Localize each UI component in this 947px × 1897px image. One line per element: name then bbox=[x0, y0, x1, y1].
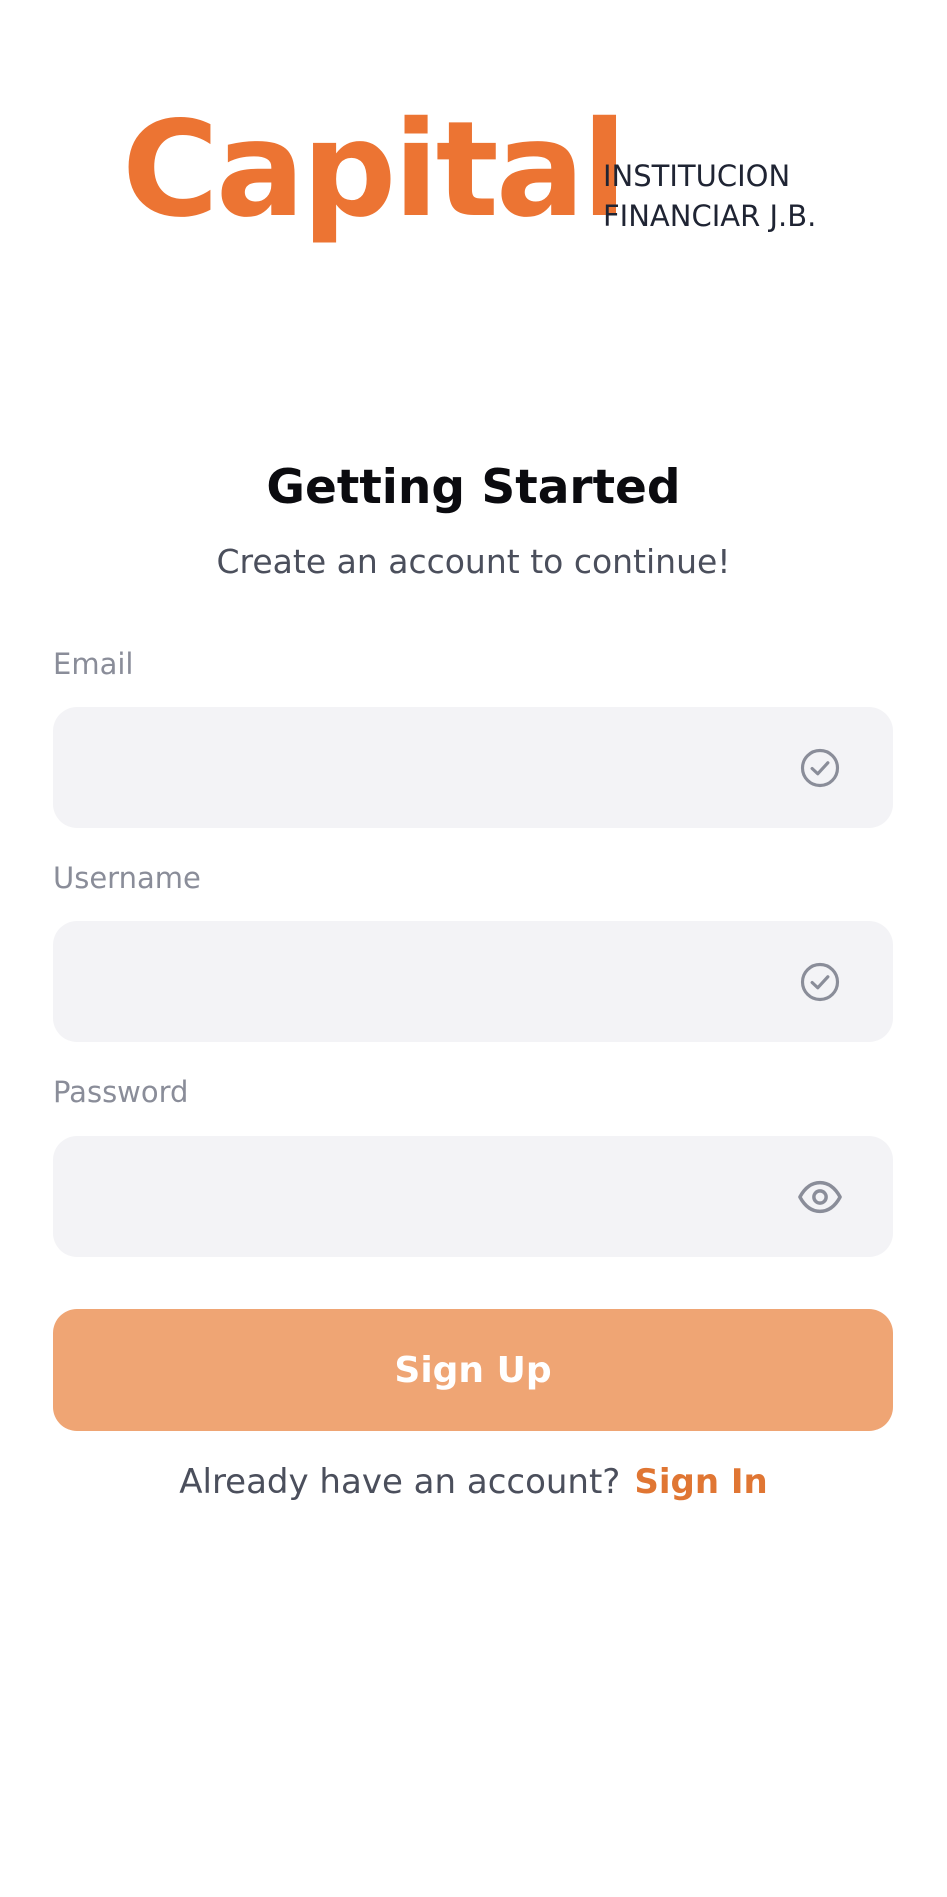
username-label: Username bbox=[53, 861, 201, 895]
logo-subtitle: INSTITUCION FINANCIAR J.B. bbox=[603, 156, 816, 236]
sign-in-prompt: Already have an account? Sign In bbox=[0, 1458, 947, 1506]
page-subtitle: Create an account to continue! bbox=[216, 542, 731, 581]
check-circle-icon bbox=[799, 747, 841, 789]
password-field[interactable] bbox=[53, 1136, 817, 1257]
email-field[interactable] bbox=[53, 707, 817, 828]
logo-wordmark: Capital bbox=[122, 93, 627, 247]
eye-icon[interactable] bbox=[797, 1174, 843, 1220]
email-field-container[interactable] bbox=[53, 707, 893, 828]
logo: Capital INSTITUCION FINANCIAR J.B. bbox=[122, 104, 842, 264]
password-label: Password bbox=[53, 1075, 189, 1109]
page-title: Getting Started bbox=[266, 460, 681, 515]
check-circle-icon bbox=[799, 961, 841, 1003]
sign-up-button[interactable]: Sign Up bbox=[53, 1309, 893, 1431]
logo-subtitle-line2: FINANCIAR J.B. bbox=[603, 199, 817, 233]
username-field[interactable] bbox=[53, 921, 817, 1042]
email-label: Email bbox=[53, 647, 134, 681]
logo-subtitle-line1: INSTITUCION bbox=[603, 159, 791, 193]
password-field-container[interactable] bbox=[53, 1136, 893, 1257]
username-field-container[interactable] bbox=[53, 921, 893, 1042]
sign-in-prompt-text: Already have an account? bbox=[179, 1462, 621, 1502]
sign-in-link[interactable]: Sign In bbox=[634, 1462, 767, 1502]
